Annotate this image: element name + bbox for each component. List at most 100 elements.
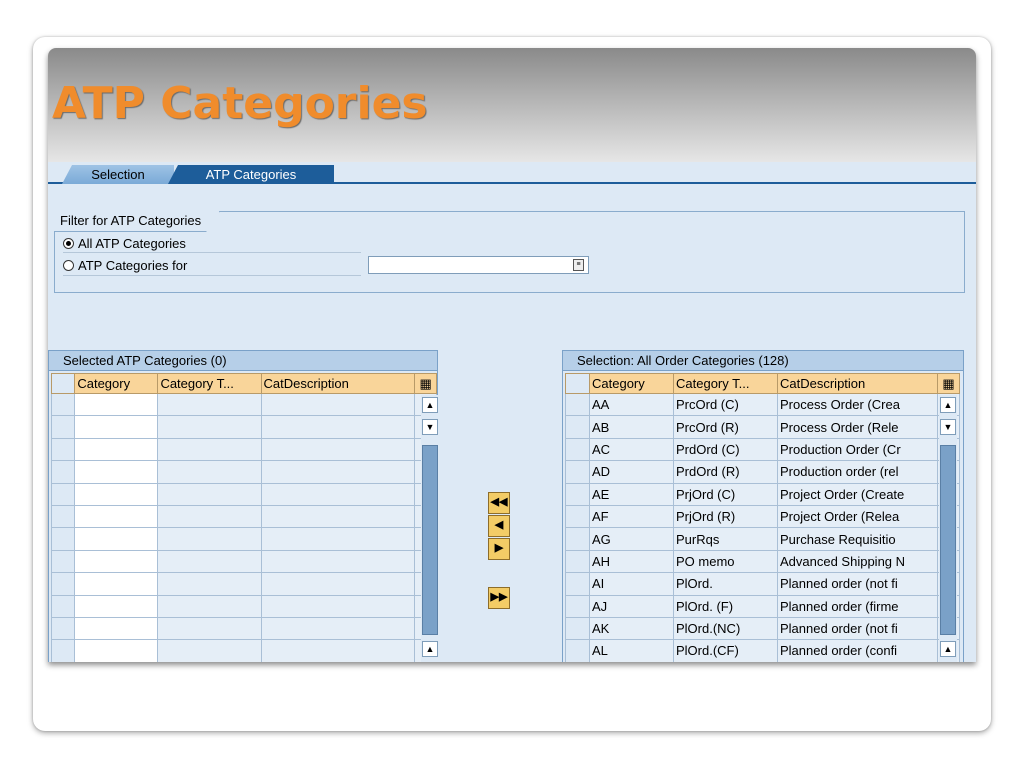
right-vertical-scrollbar[interactable]: ▲ ▼ ▲ ▼: [939, 395, 957, 662]
row-selector[interactable]: [565, 616, 590, 641]
column-header-catdescription[interactable]: CatDescription: [260, 373, 416, 394]
table-row[interactable]: AF PrjOrd (R) Project Order (Relea: [565, 504, 960, 529]
row-selector[interactable]: [50, 572, 76, 596]
column-header-category-type[interactable]: Category T...: [157, 373, 262, 394]
cell-category[interactable]: [74, 460, 159, 484]
move-all-left-button[interactable]: ◀◀: [488, 492, 510, 514]
table-row[interactable]: AL PlOrd.(CF) Planned order (confi: [565, 639, 960, 662]
table-row[interactable]: [50, 460, 437, 484]
move-left-button[interactable]: ◀: [488, 515, 510, 537]
row-selector[interactable]: [50, 392, 76, 417]
cell-catdescription: Process Order (Crea: [777, 392, 938, 417]
table-row[interactable]: [50, 392, 437, 417]
move-all-right-button[interactable]: ▶▶: [488, 587, 510, 609]
tab-atp-categories[interactable]: ATP Categories: [168, 165, 334, 184]
cell-category[interactable]: [74, 482, 159, 506]
radio-all-atp-categories[interactable]: All ATP Categories: [63, 236, 186, 251]
atp-categories-for-input[interactable]: ≡: [368, 256, 589, 274]
cell-category[interactable]: [74, 616, 159, 641]
table-row[interactable]: [50, 549, 437, 574]
column-header-category[interactable]: Category: [74, 373, 159, 394]
cell-category[interactable]: [74, 504, 159, 529]
cell-catdescription: Production order (rel: [777, 460, 938, 484]
row-selector[interactable]: [565, 437, 590, 462]
radio-label: All ATP Categories: [78, 236, 186, 251]
value-help-icon[interactable]: ≡: [573, 259, 584, 271]
table-settings-icon[interactable]: ▦: [937, 373, 960, 394]
table-row[interactable]: AJ PlOrd. (F) Planned order (firme: [565, 594, 960, 618]
cell-category[interactable]: [74, 392, 159, 417]
row-selector[interactable]: [565, 549, 590, 574]
radio-atp-categories-for[interactable]: ATP Categories for: [63, 258, 187, 273]
row-selector[interactable]: [50, 527, 76, 551]
row-selector[interactable]: [565, 572, 590, 596]
table-row[interactable]: AB PrcOrd (R) Process Order (Rele: [565, 415, 960, 439]
row-selector[interactable]: [565, 460, 590, 484]
scroll-up-icon[interactable]: ▲: [940, 641, 956, 657]
move-right-button[interactable]: ▶: [488, 538, 510, 560]
row-selector[interactable]: [50, 437, 76, 462]
table-row[interactable]: AH PO memo Advanced Shipping N: [565, 549, 960, 574]
scroll-up-icon[interactable]: ▲: [422, 397, 438, 413]
table-row[interactable]: [50, 639, 437, 662]
row-selector[interactable]: [50, 482, 76, 506]
cell-category[interactable]: [74, 639, 159, 662]
table-settings-icon[interactable]: ▦: [414, 373, 437, 394]
row-selector[interactable]: [50, 616, 76, 641]
scroll-down-icon[interactable]: ▼: [940, 419, 956, 435]
cell-category[interactable]: [74, 572, 159, 596]
table-row[interactable]: [50, 616, 437, 641]
radio-selected-icon: [63, 238, 74, 249]
row-selector[interactable]: [50, 460, 76, 484]
scroll-thumb[interactable]: [940, 445, 956, 635]
scroll-thumb[interactable]: [422, 445, 438, 635]
table-row[interactable]: AC PrdOrd (C) Production Order (Cr: [565, 437, 960, 462]
row-selector[interactable]: [50, 549, 76, 574]
table-row[interactable]: [50, 572, 437, 596]
row-selector[interactable]: [50, 594, 76, 618]
table-row[interactable]: AE PrjOrd (C) Project Order (Create: [565, 482, 960, 506]
row-selector[interactable]: [565, 594, 590, 618]
table-row[interactable]: [50, 482, 437, 506]
scroll-down-icon[interactable]: ▼: [422, 419, 438, 435]
scroll-up-icon[interactable]: ▲: [422, 641, 438, 657]
row-selector[interactable]: [50, 415, 76, 439]
table-row[interactable]: [50, 415, 437, 439]
cell-category[interactable]: [74, 437, 159, 462]
row-selector[interactable]: [50, 639, 76, 662]
table-row[interactable]: [50, 594, 437, 618]
divider: [63, 252, 361, 253]
cell-catdescription: Planned order (firme: [777, 594, 938, 618]
tab-selection[interactable]: Selection: [62, 165, 174, 184]
row-selector[interactable]: [565, 415, 590, 439]
slide-banner: ATP Categories: [48, 48, 976, 162]
cell-category[interactable]: [74, 415, 159, 439]
column-header-category-type[interactable]: Category T...: [673, 373, 778, 394]
row-selector[interactable]: [565, 527, 590, 551]
table-row[interactable]: AD PrdOrd (R) Production order (rel: [565, 460, 960, 484]
select-all-cell[interactable]: [565, 373, 590, 394]
column-header-catdescription[interactable]: CatDescription: [777, 373, 938, 394]
row-selector[interactable]: [565, 392, 590, 417]
cell-category-type: PlOrd.: [673, 572, 778, 596]
table-row[interactable]: AA PrcOrd (C) Process Order (Crea: [565, 392, 960, 417]
cell-category[interactable]: [74, 594, 159, 618]
table-row[interactable]: AG PurRqs Purchase Requisitio: [565, 527, 960, 551]
row-selector[interactable]: [565, 639, 590, 662]
cell-category[interactable]: [74, 527, 159, 551]
table-row[interactable]: [50, 504, 437, 529]
cell-category-type: [157, 527, 262, 551]
table-row[interactable]: AK PlOrd.(NC) Planned order (not fi: [565, 616, 960, 641]
table-row[interactable]: AI PlOrd. Planned order (not fi: [565, 572, 960, 596]
left-vertical-scrollbar[interactable]: ▲ ▼ ▲ ▼: [421, 395, 439, 662]
cell-catdescription: [260, 594, 416, 618]
table-row[interactable]: [50, 527, 437, 551]
row-selector[interactable]: [50, 504, 76, 529]
scroll-up-icon[interactable]: ▲: [940, 397, 956, 413]
cell-category[interactable]: [74, 549, 159, 574]
row-selector[interactable]: [565, 504, 590, 529]
column-header-category[interactable]: Category: [589, 373, 674, 394]
select-all-cell[interactable]: [50, 373, 76, 394]
row-selector[interactable]: [565, 482, 590, 506]
table-row[interactable]: [50, 437, 437, 462]
